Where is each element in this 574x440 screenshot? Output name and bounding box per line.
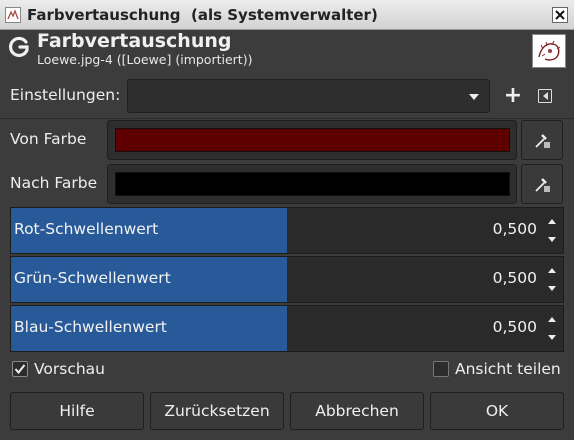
window-titlebar: Farbvertauschung (als Systemverwalter) [0,0,574,30]
color-picker-icon [535,134,550,148]
presets-menu-icon[interactable] [538,89,552,103]
to-color-swatch [115,172,510,196]
slider-value[interactable]: 0,500 [493,220,537,238]
add-preset-icon[interactable]: + [503,85,523,107]
app-icon[interactable] [5,7,21,23]
separator [0,118,574,119]
green-threshold-slider[interactable]: Grün-Schwellenwert 0,500 [10,256,564,303]
slider-label: Grün-Schwellenwert [14,269,171,287]
reset-button[interactable]: Zurücksetzen [150,392,284,430]
to-color-picker-button[interactable] [521,164,563,204]
settings-label: Einstellungen: [10,86,121,104]
from-color-picker-button[interactable] [521,120,563,160]
dialog-title: Farbvertauschung [37,30,232,52]
from-color-button[interactable] [107,120,517,160]
increment-icon[interactable] [547,315,557,325]
to-color-button[interactable] [107,164,517,204]
decrement-icon[interactable] [547,333,557,343]
slider-label: Rot-Schwellenwert [14,220,159,238]
ok-button[interactable]: OK [430,392,564,430]
close-icon[interactable] [552,7,568,23]
checkmark-icon [14,364,26,375]
dialog-header: Farbvertauschung Loewe.jpg-4 ([Loewe] (i… [0,30,574,76]
red-threshold-slider[interactable]: Rot-Schwellenwert 0,500 [10,207,564,254]
decrement-icon[interactable] [547,235,557,245]
to-color-label: Nach Farbe [10,174,98,192]
image-subtitle: Loewe.jpg-4 ([Loewe] (importiert)) [37,52,253,67]
color-picker-icon [535,178,550,192]
split-view-checkbox[interactable] [433,361,449,377]
chevron-down-icon [469,94,479,100]
window-title: Farbvertauschung (als Systemverwalter) [27,6,378,24]
gimp-logo-icon [8,36,29,57]
help-button[interactable]: Hilfe [10,392,144,430]
preview-checkbox[interactable] [12,361,28,377]
settings-combobox[interactable] [127,79,490,113]
increment-icon[interactable] [547,266,557,276]
from-color-swatch [115,128,510,152]
slider-label: Blau-Schwellenwert [14,318,167,336]
blue-threshold-slider[interactable]: Blau-Schwellenwert 0,500 [10,305,564,352]
preview-label[interactable]: Vorschau [34,360,105,378]
slider-value[interactable]: 0,500 [493,318,537,336]
from-color-label: Von Farbe [10,130,87,148]
image-thumbnail [532,34,566,68]
split-view-label[interactable]: Ansicht teilen [455,360,561,378]
slider-value[interactable]: 0,500 [493,269,537,287]
increment-icon[interactable] [547,217,557,227]
decrement-icon[interactable] [547,284,557,294]
cancel-button[interactable]: Abbrechen [290,392,424,430]
